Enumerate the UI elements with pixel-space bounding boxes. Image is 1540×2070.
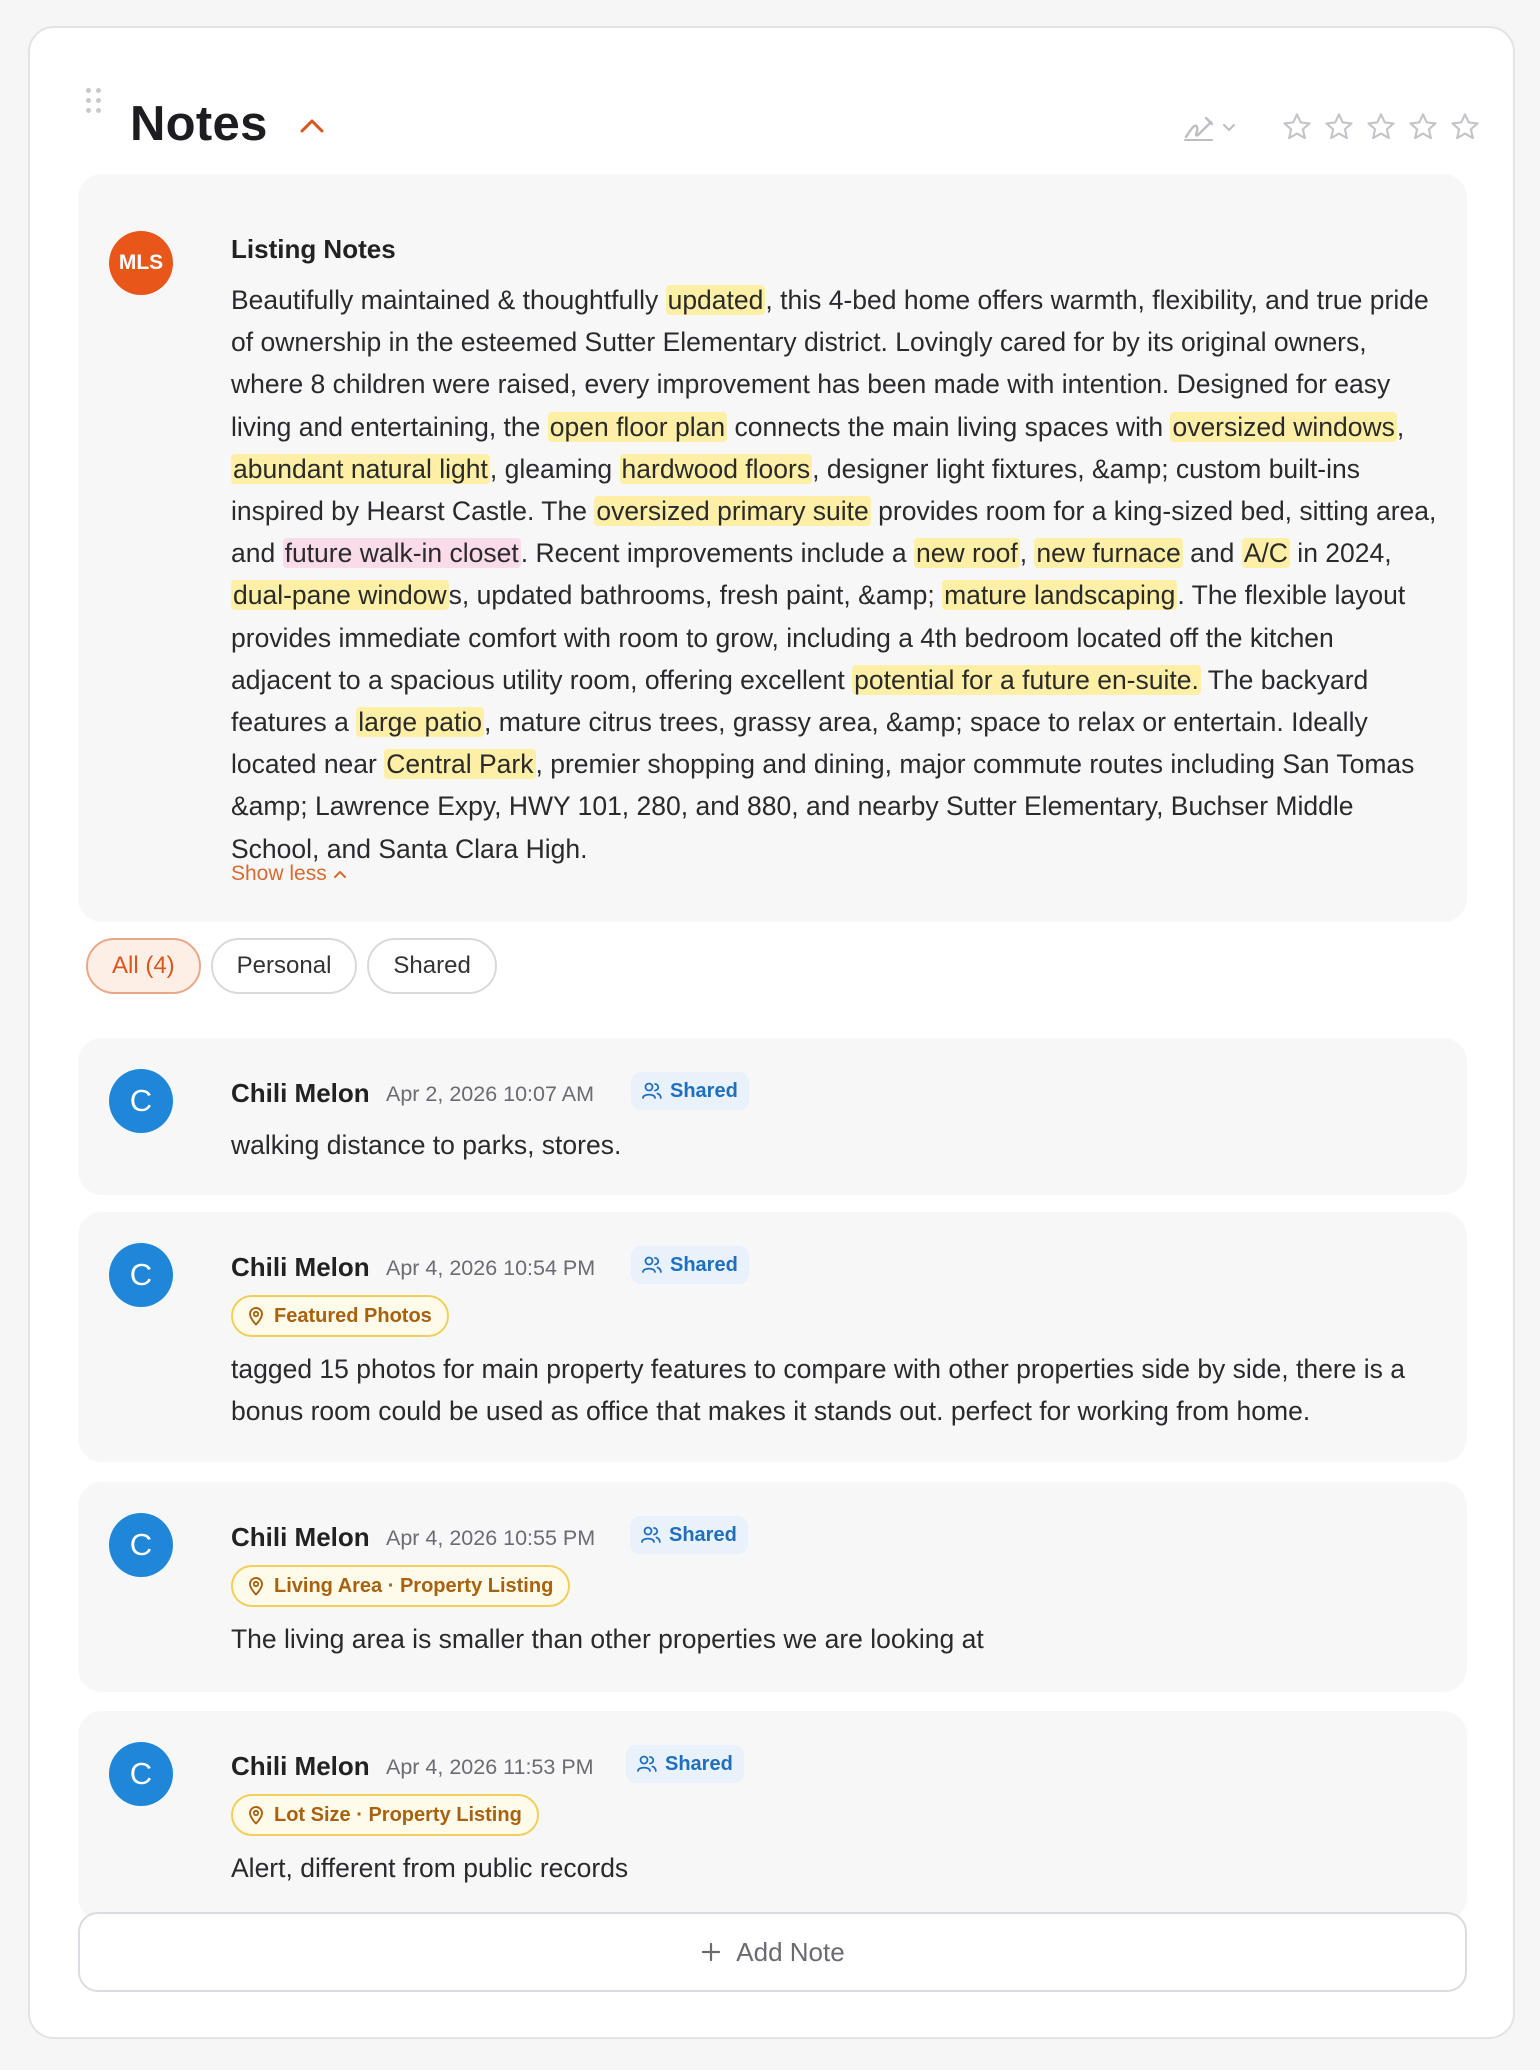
filter-personal[interactable]: Personal [210,938,358,994]
map-pin-icon [249,1307,263,1326]
users-icon [641,1526,661,1543]
user-avatar: C [109,1513,173,1577]
highlight-keyword: Central Park [384,749,536,780]
note-author: Chili Melon [231,1522,370,1552]
user-avatar: C [109,1069,173,1133]
mls-avatar: MLS [109,231,173,295]
filter-all[interactable]: All (4) [86,938,201,994]
drag-handle-icon[interactable] [86,88,102,114]
show-less-label: Show less [231,862,327,885]
rating-stars [1278,108,1484,146]
listing-text-segment: in 2024, [1289,538,1392,569]
highlight-keyword: oversized primary suite [594,496,871,527]
note-item: C Chili Melon Apr 4, 2026 10:55 PM Share… [78,1482,1467,1692]
shared-badge-label: Shared [665,1752,733,1775]
note-item: C Chili Melon Apr 4, 2026 10:54 PM Share… [78,1212,1467,1462]
map-pin-icon [249,1806,263,1825]
user-avatar: C [109,1742,173,1806]
users-icon [637,1755,657,1772]
notes-card: Notes MLS Listing Notes Beautifully main… [28,26,1515,2039]
star-4[interactable] [1404,108,1442,146]
listing-notes-panel: MLS Listing Notes Beautifully maintained… [78,174,1467,922]
note-timestamp: Apr 4, 2026 10:55 PM [386,1526,596,1550]
highlight-keyword: potential for a future en-suite. [852,664,1201,695]
tag-chip-label: Lot Size · Property Listing [274,1803,522,1826]
note-text: The living area is smaller than other pr… [231,1624,984,1654]
map-pin-icon [249,1577,263,1596]
show-less-link[interactable]: Show less [231,862,347,886]
star-outline-icon [1325,113,1353,140]
shared-badge: Shared [626,1745,744,1783]
shared-badge: Shared [630,1516,748,1554]
shared-badge: Shared [631,1072,749,1110]
listing-text-segment: connects the main living spaces with [727,411,1171,442]
notes-filter-tabs: All (4) Personal Shared [86,938,497,994]
highlight-keyword: A/C [1241,538,1290,569]
highlight-keyword: mature landscaping [942,580,1178,611]
listing-text-segment: Beautifully maintained & thoughtfully [231,285,666,315]
chevron-up-icon [300,119,324,133]
plus-icon [702,1942,721,1962]
user-avatar: C [109,1243,173,1307]
star-outline-icon [1283,113,1311,140]
tag-chip[interactable]: Featured Photos [231,1295,449,1337]
star-1[interactable] [1278,108,1316,146]
highlight-keyword: updated [665,285,766,315]
signature-button[interactable] [1182,110,1252,146]
listing-notes-title: Listing Notes [231,234,396,264]
signature-icon [1184,116,1214,141]
listing-text-segment: , [1396,411,1405,442]
note-author: Chili Melon [231,1751,370,1781]
tag-chip[interactable]: Lot Size · Property Listing [231,1794,539,1836]
filter-shared[interactable]: Shared [367,938,497,994]
note-author: Chili Melon [231,1078,370,1108]
note-text: Alert, different from public records [231,1853,629,1883]
listing-text-segment: , [1019,538,1035,569]
note-item: C Chili Melon Apr 2, 2026 10:07 AM Share… [78,1038,1467,1195]
shared-badge: Shared [631,1246,749,1284]
chevron-up-icon [333,871,346,878]
star-3[interactable] [1362,108,1400,146]
collapse-button[interactable] [294,110,330,140]
note-timestamp: Apr 4, 2026 11:53 PM [386,1755,594,1779]
highlight-keyword-pink: future walk-in closet [282,538,521,569]
note-item: C Chili Melon Apr 4, 2026 11:53 PM Share… [78,1711,1467,1921]
tag-chip[interactable]: Living Area · Property Listing [231,1565,571,1607]
highlight-keyword: abundant natural light [231,453,490,484]
page-title: Notes [130,97,268,151]
star-outline-icon [1409,113,1437,140]
notes-header: Notes [30,28,1513,178]
note-timestamp: Apr 2, 2026 10:07 AM [386,1082,594,1106]
star-outline-icon [1367,113,1395,140]
chevron-down-icon [1223,124,1235,131]
note-text: tagged 15 photos for main property featu… [231,1354,1406,1426]
star-outline-icon [1451,113,1479,140]
shared-badge-label: Shared [669,1523,737,1546]
shared-badge-label: Shared [670,1079,738,1102]
listing-text-segment: and [1182,538,1242,569]
highlight-keyword: dual-pane window [231,580,449,611]
tag-chip-label: Living Area · Property Listing [274,1574,554,1597]
highlight-keyword: new roof [914,538,1020,569]
highlight-keyword: hardwood floors [619,453,813,484]
listing-text-segment: . Recent improvements include a [520,538,915,569]
star-2[interactable] [1320,108,1358,146]
users-icon [642,1082,662,1099]
highlight-keyword: new furnace [1034,538,1183,569]
add-note-label: Add Note [736,1936,845,1967]
shared-badge-label: Shared [670,1253,738,1276]
listing-text-segment: s, updated bathrooms, fresh paint, &amp; [448,580,943,611]
star-5[interactable] [1446,108,1484,146]
users-icon [642,1256,662,1273]
note-timestamp: Apr 4, 2026 10:54 PM [386,1256,596,1280]
highlight-keyword: oversized windows [1170,411,1397,442]
listing-notes-body: Beautifully maintained & thoughtfully up… [231,279,1437,870]
listing-text-segment: , gleaming [489,453,620,484]
highlight-keyword: open floor plan [547,411,728,442]
note-author: Chili Melon [231,1252,370,1282]
add-note-button[interactable]: Add Note [78,1912,1467,1992]
highlight-keyword: large patio [356,707,484,738]
tag-chip-label: Featured Photos [274,1304,432,1327]
note-text: walking distance to parks, stores. [231,1130,622,1160]
